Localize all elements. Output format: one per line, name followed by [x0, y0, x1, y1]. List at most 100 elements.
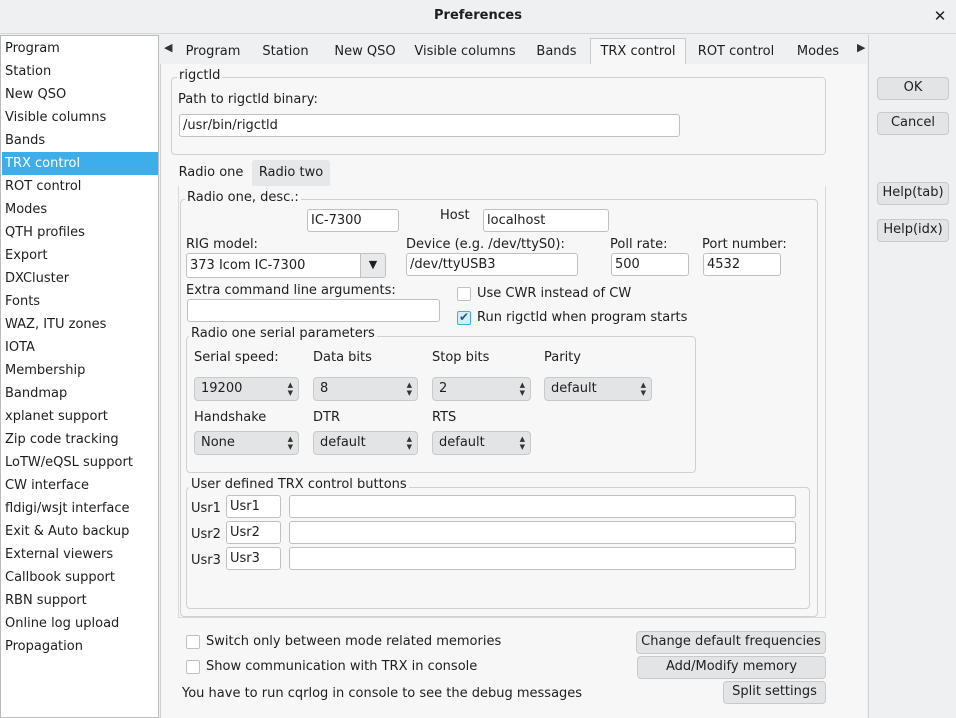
tab-new-qso[interactable]: New QSO [325, 38, 405, 65]
sidebar-item-bands[interactable]: Bands [2, 129, 158, 152]
handshake-value: None [201, 435, 235, 450]
sidebar-item-program[interactable]: Program [2, 37, 158, 60]
sidebar-item-membership[interactable]: Membership [2, 359, 158, 382]
sidebar-item-rot-control[interactable]: ROT control [2, 175, 158, 198]
sidebar-item-zip-code-tracking[interactable]: Zip code tracking [2, 428, 158, 451]
run-rigctld-label: Run rigctld when program starts [477, 310, 688, 325]
usr3-command-input[interactable] [289, 547, 796, 570]
tab-bar: ◀ Program Station New QSO Visible column… [160, 35, 867, 65]
sidebar-item-station[interactable]: Station [2, 60, 158, 83]
usr2-name-input[interactable]: Usr2 [226, 521, 281, 544]
serial-speed-value: 19200 [201, 381, 243, 396]
port-number-label: Port number: [702, 237, 787, 252]
spin-arrows-icon[interactable]: ▲ ▼ [520, 381, 525, 397]
rts-value: default [439, 435, 485, 450]
rigctld-path-input[interactable]: /usr/bin/rigctld [179, 114, 680, 137]
radio-one-desc-input[interactable]: IC-7300 [307, 209, 399, 232]
port-number-input[interactable]: 4532 [703, 253, 781, 276]
spin-arrows-icon[interactable]: ▲ ▼ [641, 381, 646, 397]
data-bits-spinner[interactable]: 8 ▲ ▼ [313, 377, 418, 401]
sidebar-item-exit-auto-backup[interactable]: Exit & Auto backup [2, 520, 158, 543]
tab-station[interactable]: Station [251, 38, 320, 65]
data-bits-value: 8 [320, 381, 329, 396]
close-icon[interactable]: ✕ [930, 6, 950, 26]
tab-scroll-left-icon[interactable]: ◀ [164, 41, 172, 54]
sidebar-item-lotw-eqsl-support[interactable]: LoTW/eQSL support [2, 451, 158, 474]
spin-arrows-icon[interactable]: ▲ ▼ [407, 381, 412, 397]
add-modify-memory-button[interactable]: Add/Modify memory [637, 656, 826, 679]
tab-visible-columns[interactable]: Visible columns [410, 38, 520, 65]
stop-bits-spinner[interactable]: 2 ▲ ▼ [432, 377, 531, 401]
sidebar-item-rbn-support[interactable]: RBN support [2, 589, 158, 612]
dtr-label: DTR [313, 410, 340, 425]
parity-label: Parity [544, 350, 581, 365]
tab-modes[interactable]: Modes [790, 38, 846, 65]
rig-model-label: RIG model: [186, 237, 258, 252]
tab-rot-control[interactable]: ROT control [690, 38, 782, 65]
user-buttons-title: User defined TRX control buttons [189, 477, 409, 492]
poll-rate-label: Poll rate: [610, 237, 668, 252]
rts-label: RTS [432, 410, 457, 425]
rig-model-select[interactable]: 373 Icom IC-7300 ▼ [186, 253, 386, 278]
sidebar-item-fonts[interactable]: Fonts [2, 290, 158, 313]
tab-scroll-right-icon[interactable]: ▶ [857, 41, 865, 54]
sidebar-item-new-qso[interactable]: New QSO [2, 83, 158, 106]
spin-arrows-icon[interactable]: ▲ ▼ [520, 435, 525, 451]
usr1-name-input[interactable]: Usr1 [226, 495, 281, 518]
usr3-name-input[interactable]: Usr3 [226, 547, 281, 570]
usr1-command-input[interactable] [289, 495, 796, 518]
dtr-spinner[interactable]: default ▲ ▼ [313, 431, 418, 455]
switch-memories-checkbox[interactable] [186, 635, 200, 649]
extra-args-input[interactable] [187, 299, 440, 322]
tab-program[interactable]: Program [180, 38, 246, 65]
sidebar-item-online-log-upload[interactable]: Online log upload [2, 612, 158, 635]
sidebar-item-propagation[interactable]: Propagation [2, 635, 158, 658]
debug-note: You have to run cqrlog in console to see… [182, 686, 583, 701]
usr2-command-input[interactable] [289, 521, 796, 544]
tab-bands[interactable]: Bands [525, 38, 588, 65]
dialog-buttons-pane [868, 35, 956, 718]
show-console-checkbox[interactable] [186, 660, 200, 674]
chevron-down-icon[interactable]: ▼ [360, 254, 385, 277]
tab-trx-control[interactable]: TRX control [590, 38, 686, 65]
sidebar-item-qth-profiles[interactable]: QTH profiles [2, 221, 158, 244]
sidebar-item-waz-itu-zones[interactable]: WAZ, ITU zones [2, 313, 158, 336]
parity-spinner[interactable]: default ▲ ▼ [544, 377, 652, 401]
split-settings-button[interactable]: Split settings [723, 681, 826, 704]
sidebar-item-export[interactable]: Export [2, 244, 158, 267]
sidebar-item-fldigi-wsjt-interface[interactable]: fldigi/wsjt interface [2, 497, 158, 520]
data-bits-label: Data bits [313, 350, 372, 365]
serial-speed-spinner[interactable]: 19200 ▲ ▼ [194, 377, 299, 401]
spin-arrows-icon[interactable]: ▲ ▼ [288, 435, 293, 451]
stop-bits-value: 2 [439, 381, 448, 396]
tab-radio-one[interactable]: Radio one [176, 160, 246, 186]
host-input[interactable]: localhost [483, 209, 609, 232]
sidebar-item-modes[interactable]: Modes [2, 198, 158, 221]
spin-arrows-icon[interactable]: ▲ ▼ [288, 381, 293, 397]
sidebar-item-xplanet-support[interactable]: xplanet support [2, 405, 158, 428]
sidebar-item-visible-columns[interactable]: Visible columns [2, 106, 158, 129]
sidebar-item-external-viewers[interactable]: External viewers [2, 543, 158, 566]
extra-args-label: Extra command line arguments: [186, 283, 396, 298]
handshake-spinner[interactable]: None ▲ ▼ [194, 431, 299, 455]
sidebar-item-cw-interface[interactable]: CW interface [2, 474, 158, 497]
device-input[interactable]: /dev/ttyUSB3 [406, 253, 578, 276]
spin-arrows-icon[interactable]: ▲ ▼ [407, 435, 412, 451]
serial-speed-label: Serial speed: [194, 350, 279, 365]
sidebar-item-callbook-support[interactable]: Callbook support [2, 566, 158, 589]
tab-radio-two[interactable]: Radio two [252, 160, 330, 186]
sidebar-item-trx-control[interactable]: TRX control [2, 152, 158, 175]
poll-rate-input[interactable]: 500 [611, 253, 689, 276]
sidebar-item-dxcluster[interactable]: DXCluster [2, 267, 158, 290]
cancel-button[interactable]: Cancel [877, 112, 949, 135]
help-idx-button[interactable]: Help(idx) [877, 219, 949, 242]
run-rigctld-checkbox[interactable] [457, 310, 471, 325]
usr2-label: Usr2 [191, 527, 221, 542]
sidebar-item-bandmap[interactable]: Bandmap [2, 382, 158, 405]
sidebar-item-iota[interactable]: IOTA [2, 336, 158, 359]
use-cwr-checkbox[interactable] [457, 287, 471, 301]
ok-button[interactable]: OK [877, 77, 949, 100]
rts-spinner[interactable]: default ▲ ▼ [432, 431, 531, 455]
help-tab-button[interactable]: Help(tab) [877, 182, 949, 205]
change-default-frequencies-button[interactable]: Change default frequencies [636, 631, 826, 654]
